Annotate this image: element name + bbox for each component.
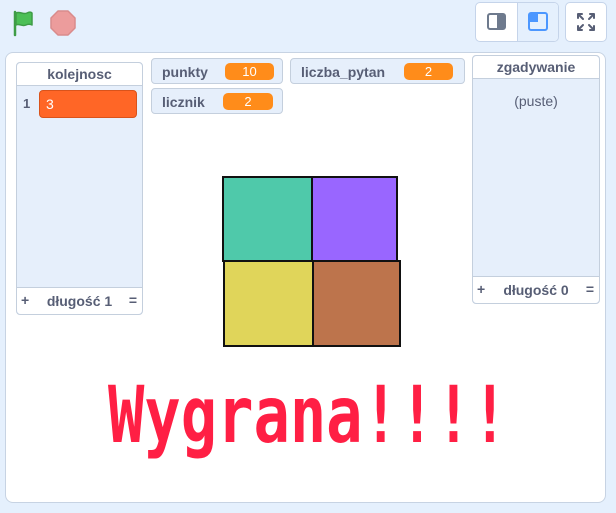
green-flag-button[interactable] <box>8 8 38 38</box>
fullscreen-button[interactable] <box>565 2 607 42</box>
small-stage-button[interactable] <box>476 3 518 41</box>
stop-button[interactable] <box>48 8 78 38</box>
green-flag-icon <box>13 10 33 37</box>
stage-header <box>0 0 616 48</box>
normal-stage-icon <box>528 12 548 31</box>
fullscreen-icon <box>577 13 595 31</box>
normal-stage-button[interactable] <box>518 3 558 41</box>
win-message: Wygrana!!!! <box>108 371 508 461</box>
stage[interactable]: kolejnosc 1 3 + długość 1 = punkty 10 li… <box>5 52 606 503</box>
stage-size-toggle <box>475 2 559 42</box>
stop-icon <box>50 10 76 36</box>
small-stage-icon <box>487 13 506 30</box>
win-message-sprite: Wygrana!!!! <box>108 371 508 461</box>
